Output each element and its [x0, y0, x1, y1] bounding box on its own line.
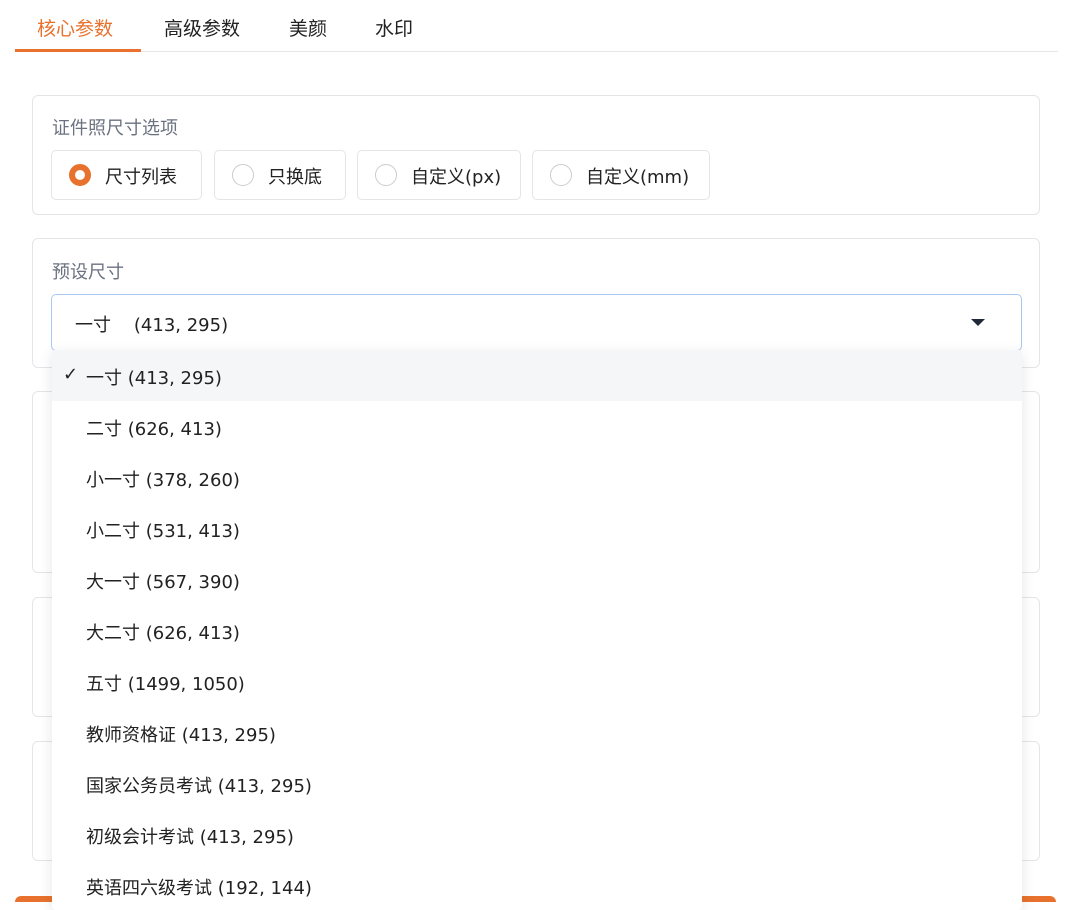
dropdown-option-label: 一寸 (413, 295)	[86, 368, 222, 389]
dropdown-option-label: 大一寸 (567, 390)	[86, 572, 240, 593]
radio-size-list[interactable]: 尺寸列表	[51, 150, 202, 200]
dropdown-option-label: 教师资格证 (413, 295)	[86, 725, 276, 746]
radio-custom-px-label: 自定义(px)	[411, 167, 502, 188]
dropdown-option[interactable]: 教师资格证 (413, 295)	[52, 707, 1022, 758]
dropdown-option-label: 二寸 (626, 413)	[86, 419, 222, 440]
check-icon: ✓	[63, 364, 79, 385]
preset-size-select[interactable]: 一寸 (413, 295)	[51, 294, 1022, 351]
radio-change-bg-only[interactable]: 只换底	[214, 150, 346, 200]
dropdown-option-label: 小二寸 (531, 413)	[86, 521, 240, 542]
radio-custom-px[interactable]: 自定义(px)	[357, 150, 521, 200]
tab-watermark[interactable]: 水印	[375, 14, 413, 41]
preset-size-value: 一寸 (413, 295)	[75, 315, 229, 336]
dropdown-option[interactable]: 大一寸 (567, 390)	[52, 554, 1022, 605]
dropdown-option[interactable]: 英语四六级考试 (192, 144)	[52, 860, 1022, 910]
dropdown-option[interactable]: 二寸 (626, 413)	[52, 401, 1022, 452]
tab-bar: 核心参数 高级参数 美颜 水印	[15, 0, 1058, 52]
radio-unchecked-icon	[375, 164, 397, 186]
dropdown-option[interactable]: 小一寸 (378, 260)	[52, 452, 1022, 503]
radio-size-list-label: 尺寸列表	[105, 167, 177, 188]
dropdown-option-label: 大二寸 (626, 413)	[86, 623, 240, 644]
radio-unchecked-icon	[550, 164, 572, 186]
tab-core-params[interactable]: 核心参数	[37, 14, 113, 41]
preset-size-label: 预设尺寸	[52, 262, 124, 283]
size-option-panel: 证件照尺寸选项 尺寸列表 只换底 自定义(px) 自定义(mm)	[32, 95, 1040, 215]
dropdown-option[interactable]: 小二寸 (531, 413)	[52, 503, 1022, 554]
tab-beauty[interactable]: 美颜	[289, 14, 327, 41]
dropdown-option[interactable]: ✓ 一寸 (413, 295)	[52, 350, 1022, 401]
preset-size-panel: 预设尺寸 一寸 (413, 295)	[32, 238, 1040, 368]
primary-button-edge-left[interactable]	[15, 896, 55, 902]
dropdown-option[interactable]: 初级会计考试 (413, 295)	[52, 809, 1022, 860]
dropdown-option-label: 英语四六级考试 (192, 144)	[86, 878, 312, 899]
radio-change-bg-only-label: 只换底	[268, 167, 322, 188]
radio-custom-mm-label: 自定义(mm)	[586, 167, 690, 188]
tab-advanced-params[interactable]: 高级参数	[164, 14, 240, 41]
dropdown-option[interactable]: 大二寸 (626, 413)	[52, 605, 1022, 656]
primary-button-edge-right[interactable]	[1018, 896, 1056, 902]
dropdown-option-label: 初级会计考试 (413, 295)	[86, 827, 294, 848]
dropdown-option-label: 五寸 (1499, 1050)	[86, 674, 245, 695]
dropdown-option-label: 国家公务员考试 (413, 295)	[86, 776, 312, 797]
dropdown-option[interactable]: 五寸 (1499, 1050)	[52, 656, 1022, 707]
size-option-label: 证件照尺寸选项	[52, 118, 178, 139]
dropdown-option[interactable]: 国家公务员考试 (413, 295)	[52, 758, 1022, 809]
radio-checked-icon	[69, 164, 91, 186]
caret-down-icon[interactable]	[971, 319, 985, 326]
active-tab-indicator	[15, 49, 141, 52]
dropdown-option-label: 小一寸 (378, 260)	[86, 470, 240, 491]
radio-custom-mm[interactable]: 自定义(mm)	[532, 150, 710, 200]
preset-size-dropdown: ✓ 一寸 (413, 295) 二寸 (626, 413) 小一寸 (378, …	[52, 350, 1022, 910]
radio-unchecked-icon	[232, 164, 254, 186]
